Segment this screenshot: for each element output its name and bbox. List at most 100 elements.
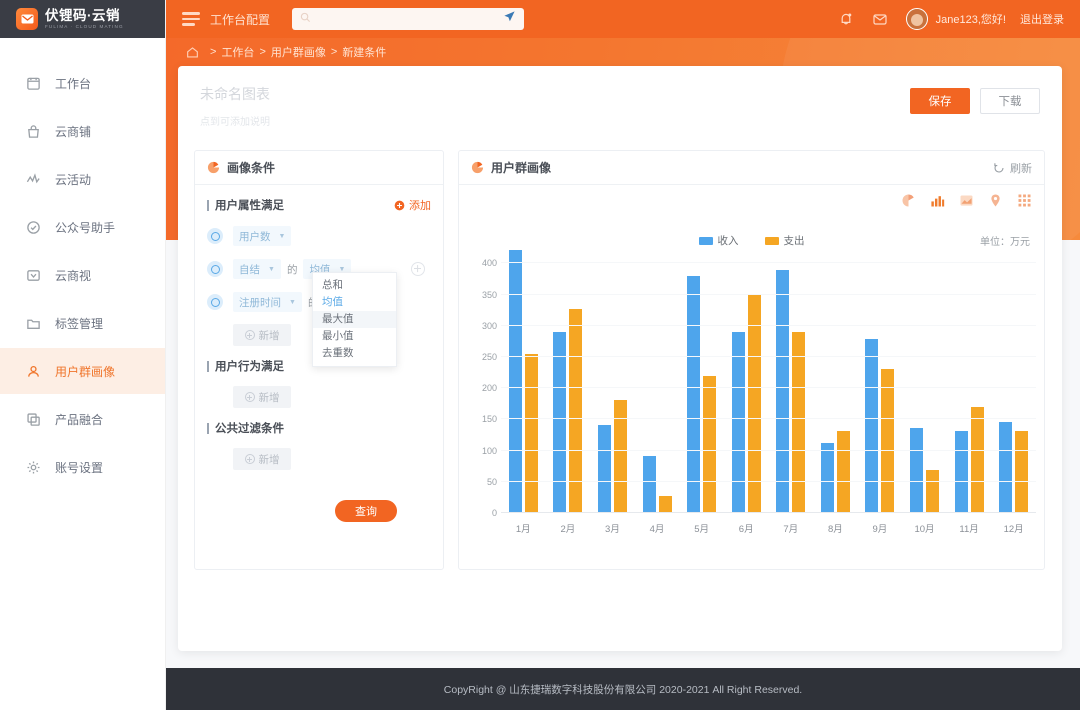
card-actions: 保存 下载 (910, 88, 1040, 114)
sidebar-item-tags[interactable]: 标签管理 (0, 300, 165, 346)
bar-income[interactable] (821, 443, 834, 512)
bar-income[interactable] (598, 425, 611, 512)
bar-income[interactable] (509, 250, 522, 512)
bar-income[interactable] (732, 332, 745, 512)
bell-icon[interactable] (838, 11, 854, 27)
add-condition-button[interactable]: 添加 (394, 197, 431, 213)
grid-icon[interactable] (1017, 193, 1032, 208)
sidebar-item-account-settings[interactable]: 账号设置 (0, 444, 165, 490)
dropdown-option-distinct-count[interactable]: 去重数 (313, 345, 396, 362)
bar-income[interactable] (553, 332, 566, 512)
sidebar-item-video[interactable]: 云商视 (0, 252, 165, 298)
bar-group[interactable] (813, 250, 858, 512)
search-input[interactable] (316, 13, 503, 25)
pie-chart-icon[interactable] (901, 193, 916, 208)
x-axis-tick: 7月 (768, 521, 813, 535)
map-pin-icon[interactable] (988, 193, 1003, 208)
bar-group[interactable] (902, 250, 947, 512)
bar-income[interactable] (910, 428, 923, 512)
legend-item-expense[interactable]: 支出 (765, 233, 805, 248)
hamburger-menu-icon[interactable] (182, 12, 200, 26)
aggregation-dropdown-menu[interactable]: 总和 均值 最大值 最小值 去重数 (312, 272, 397, 367)
breadcrumb-item-workbench[interactable]: 工作台 (221, 44, 254, 60)
bar-income[interactable] (776, 270, 789, 512)
bar-group[interactable] (546, 250, 591, 512)
dropdown-option-average[interactable]: 均值 (313, 294, 396, 311)
dropdown-option-min[interactable]: 最小值 (313, 328, 396, 345)
bar-expense[interactable] (837, 431, 850, 512)
remove-condition-icon[interactable] (411, 262, 425, 276)
brand-logo[interactable]: 伏锂码·云销 FULIMA · CLOUD MATING (0, 0, 165, 38)
bar-group[interactable] (590, 250, 635, 512)
mail-logo-icon (16, 8, 38, 30)
video-icon (24, 266, 42, 284)
breadcrumb-item-user-profile[interactable]: 用户群画像 (271, 44, 326, 60)
card-header: 未命名图表 点到可添加说明 保存 下载 (178, 66, 1062, 134)
sidebar-item-assistant[interactable]: 公众号助手 (0, 204, 165, 250)
home-icon[interactable] (186, 46, 199, 59)
bar-expense[interactable] (1015, 431, 1028, 512)
legend-item-income[interactable]: 收入 (699, 233, 739, 248)
bar-group[interactable] (858, 250, 903, 512)
metric-select[interactable]: 用户数 ▼ (233, 226, 291, 246)
bar-expense[interactable] (971, 407, 984, 512)
bar-income[interactable] (999, 422, 1012, 512)
dropdown-option-max[interactable]: 最大值 (313, 311, 396, 328)
sidebar-item-workbench[interactable]: 工作台 (0, 60, 165, 106)
section-accent-bar (207, 361, 209, 372)
breadcrumb-separator: > (331, 46, 337, 58)
new-behaviour-button[interactable]: 新增 (233, 386, 291, 408)
sidebar-item-user-profile[interactable]: 用户群画像 (0, 348, 165, 394)
bar-expense[interactable] (703, 376, 716, 512)
condition-bullet-icon (207, 261, 223, 277)
bar-income[interactable] (643, 456, 656, 512)
x-axis-tick: 10月 (902, 521, 947, 535)
bar-group[interactable] (724, 250, 769, 512)
query-button[interactable]: 查询 (335, 500, 397, 522)
area-chart-icon[interactable] (959, 193, 974, 208)
bar-group[interactable] (947, 250, 992, 512)
topbar-right: Jane123,您好! 退出登录 (838, 8, 1080, 30)
bar-group[interactable] (635, 250, 680, 512)
bar-expense[interactable] (614, 400, 627, 512)
sidebar-item-activity[interactable]: 云活动 (0, 156, 165, 202)
grid-line (501, 387, 1036, 388)
sidebar-item-label: 标签管理 (55, 315, 103, 332)
bar-expense[interactable] (659, 496, 672, 512)
page-subtitle[interactable]: 点到可添加说明 (200, 113, 1040, 128)
bar-group[interactable] (768, 250, 813, 512)
bar-expense[interactable] (748, 295, 761, 512)
y-axis-tick: 250 (467, 352, 497, 362)
bar-income[interactable] (865, 339, 878, 512)
new-behaviour-label: 新增 (259, 390, 280, 405)
refresh-button[interactable]: 刷新 (993, 160, 1032, 176)
bar-group[interactable] (679, 250, 724, 512)
sidebar-item-product-fusion[interactable]: 产品融合 (0, 396, 165, 442)
bar-income[interactable] (687, 276, 700, 512)
avatar[interactable] (906, 8, 928, 30)
field-select[interactable]: 自结 ▼ (233, 259, 281, 279)
topbar-menu-label[interactable]: 工作台配置 (210, 11, 270, 28)
bar-group[interactable] (991, 250, 1036, 512)
bar-group[interactable] (501, 250, 546, 512)
legend-swatch-expense (765, 237, 779, 245)
logout-button[interactable]: 退出登录 (1020, 11, 1064, 27)
bar-expense[interactable] (792, 332, 805, 512)
y-axis-tick: 50 (467, 477, 497, 487)
download-button[interactable]: 下载 (980, 88, 1040, 114)
search-box[interactable] (292, 8, 524, 30)
send-icon[interactable] (503, 10, 516, 28)
bar-expense[interactable] (926, 470, 939, 512)
message-icon[interactable] (872, 11, 888, 27)
save-button[interactable]: 保存 (910, 88, 970, 114)
user-icon (24, 362, 42, 380)
new-filter-button[interactable]: 新增 (233, 448, 291, 470)
bar-chart-icon[interactable] (930, 193, 945, 208)
dropdown-option-sum[interactable]: 总和 (313, 277, 396, 294)
bar-expense[interactable] (881, 369, 894, 512)
bar-expense[interactable] (525, 354, 538, 512)
time-field-select[interactable]: 注册时间 ▼ (233, 292, 302, 312)
bar-income[interactable] (955, 431, 968, 512)
sidebar-item-shop[interactable]: 云商铺 (0, 108, 165, 154)
new-attribute-button[interactable]: 新增 (233, 324, 291, 346)
